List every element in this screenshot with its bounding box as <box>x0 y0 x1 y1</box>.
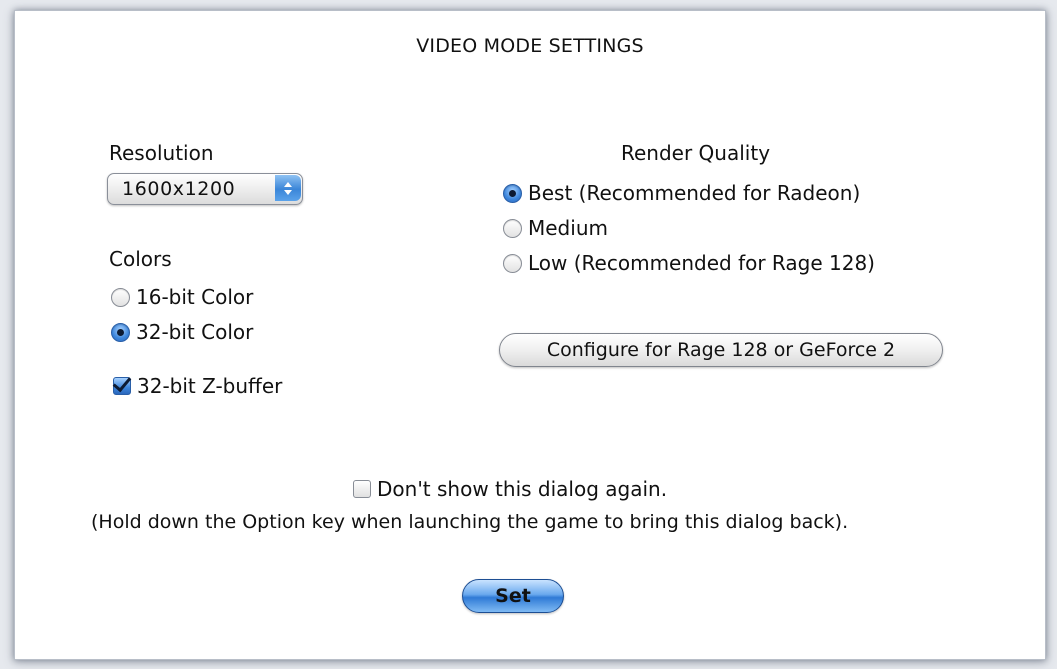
resolution-label: Resolution <box>109 141 214 165</box>
render-medium-label: Medium <box>528 216 608 240</box>
render-best-label: Best (Recommended for Radeon) <box>528 181 861 205</box>
radio-16bit-label: 16-bit Color <box>136 285 254 309</box>
radio-16bit-color[interactable]: 16-bit Color <box>111 285 253 309</box>
popup-arrows-icon <box>275 175 301 201</box>
radio-icon <box>503 218 522 238</box>
video-mode-dialog: VIDEO MODE SETTINGS Resolution 1600x1200… <box>14 10 1046 660</box>
checkbox-dont-show[interactable]: Don't show this dialog again. <box>353 477 667 501</box>
radio-32bit-label: 32-bit Color <box>136 320 254 344</box>
configure-button[interactable]: Configure for Rage 128 or GeForce 2 <box>499 333 943 367</box>
checkbox-checked-icon <box>113 377 131 395</box>
dialog-title: VIDEO MODE SETTINGS <box>416 35 644 57</box>
resolution-value: 1600x1200 <box>122 178 236 200</box>
radio-render-best[interactable]: Best (Recommended for Radeon) <box>503 181 860 205</box>
radio-render-low[interactable]: Low (Recommended for Rage 128) <box>503 251 875 275</box>
colors-label: Colors <box>109 247 172 271</box>
checkbox-icon <box>353 480 371 498</box>
radio-icon <box>503 253 522 273</box>
zbuffer-label: 32-bit Z-buffer <box>137 374 283 398</box>
checkbox-zbuffer[interactable]: 32-bit Z-buffer <box>113 374 282 398</box>
radio-32bit-color[interactable]: 32-bit Color <box>111 320 253 344</box>
set-button[interactable]: Set <box>462 579 564 613</box>
radio-selected-icon <box>111 322 130 342</box>
radio-icon <box>111 287 130 307</box>
render-quality-label: Render Quality <box>621 141 771 165</box>
radio-selected-icon <box>503 183 522 203</box>
resolution-popup[interactable]: 1600x1200 <box>107 173 303 205</box>
radio-render-medium[interactable]: Medium <box>503 216 608 240</box>
render-low-label: Low (Recommended for Rage 128) <box>528 251 875 275</box>
dont-show-label: Don't show this dialog again. <box>377 477 668 501</box>
option-key-note: (Hold down the Option key when launching… <box>91 511 849 533</box>
